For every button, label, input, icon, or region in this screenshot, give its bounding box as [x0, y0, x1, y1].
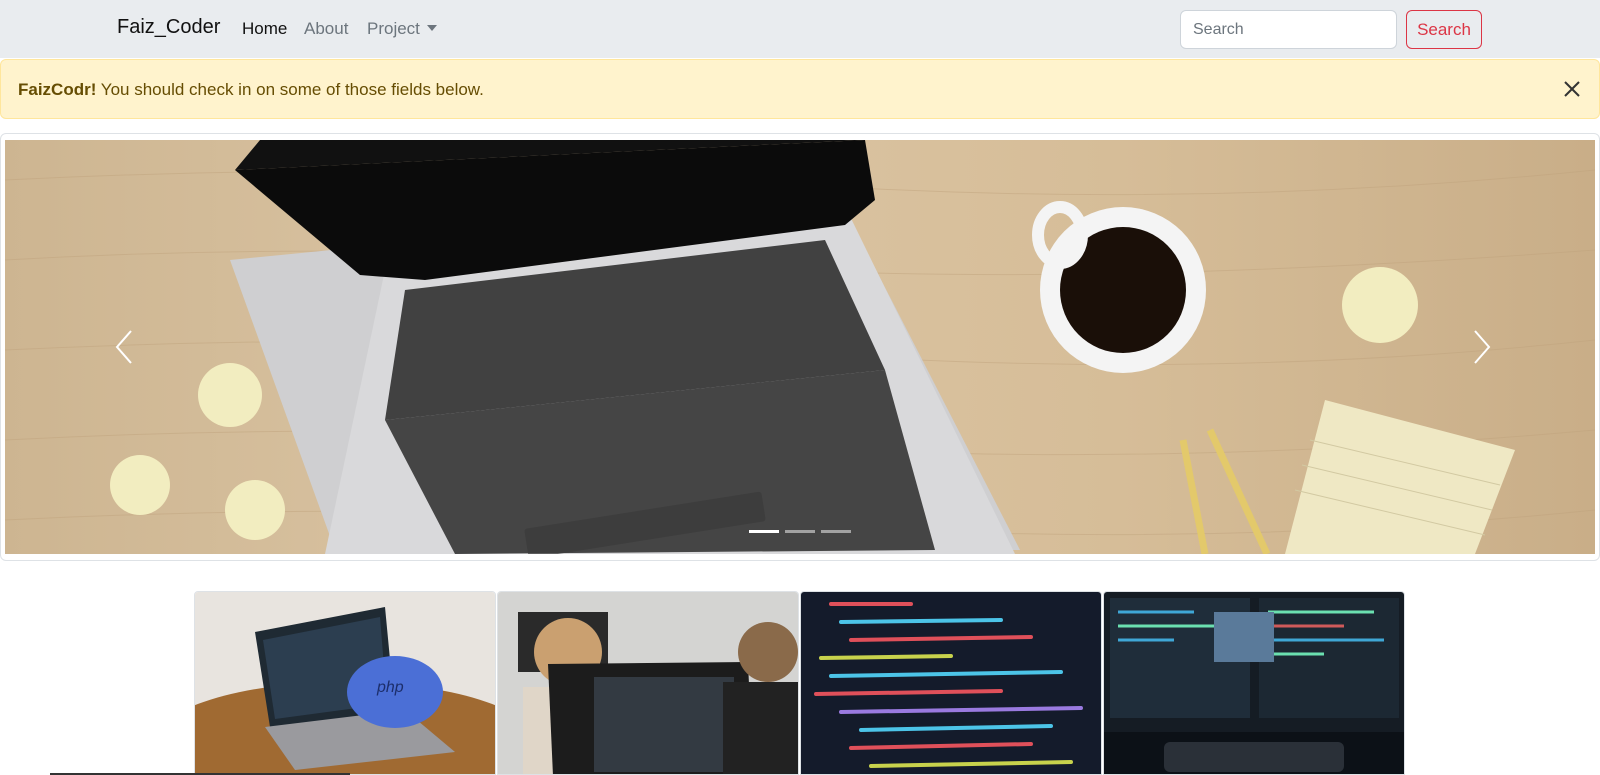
- image-gallery: php: [194, 591, 1407, 775]
- navbar: Faiz_Coder Home About Project Search: [0, 0, 1600, 58]
- gallery-image: [1104, 592, 1404, 774]
- gallery-image: [801, 592, 1101, 774]
- search-input[interactable]: [1180, 10, 1397, 49]
- svg-text:php: php: [376, 679, 404, 696]
- gallery-image: php: [195, 592, 495, 774]
- carousel: [5, 140, 1595, 554]
- chevron-left-icon[interactable]: [109, 325, 139, 369]
- caret-down-icon: [426, 25, 437, 31]
- gallery-item-code-monitors[interactable]: [1103, 591, 1405, 775]
- nav-project-dropdown[interactable]: Project: [367, 19, 437, 39]
- warning-alert: FaizCodr! You should check in on some of…: [0, 59, 1600, 119]
- chevron-right-icon[interactable]: [1467, 325, 1497, 369]
- gallery-image: [498, 592, 798, 774]
- carousel-indicators: [5, 530, 1595, 533]
- brand-logo[interactable]: Faiz_Coder: [117, 16, 220, 39]
- gallery-item-php-laptop[interactable]: php: [194, 591, 496, 775]
- alert-body: You should check in on some of those fie…: [96, 80, 484, 99]
- gallery-item-code-closeup[interactable]: [800, 591, 1102, 775]
- carousel-indicator-1[interactable]: [749, 530, 779, 533]
- alert-strong: FaizCodr!: [18, 80, 97, 99]
- carousel-indicator-2[interactable]: [785, 530, 815, 533]
- carousel-indicator-3[interactable]: [821, 530, 851, 533]
- search-button[interactable]: Search: [1406, 10, 1482, 49]
- gallery-item-developers[interactable]: [497, 591, 799, 775]
- nav-project-label: Project: [367, 19, 420, 38]
- nav-home[interactable]: Home: [242, 19, 287, 39]
- alert-message: FaizCodr! You should check in on some of…: [18, 80, 484, 100]
- nav-about[interactable]: About: [304, 19, 348, 39]
- carousel-slide-image: [5, 140, 1595, 554]
- close-icon[interactable]: [1559, 76, 1585, 102]
